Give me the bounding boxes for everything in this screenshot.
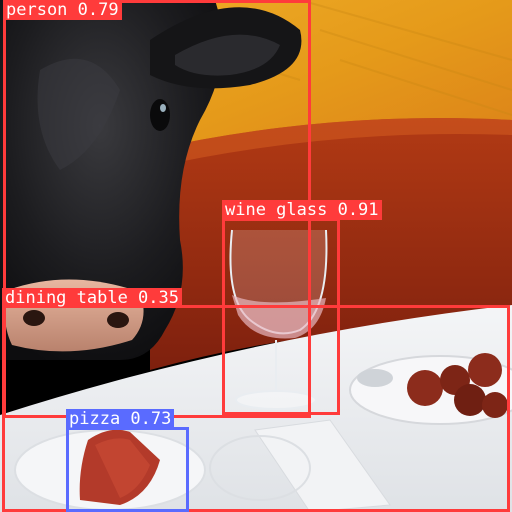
detection-label: wine glass 0.91 [222,200,382,220]
detection-label: pizza 0.73 [66,409,175,429]
detection-box [66,427,189,512]
detection-label: person 0.79 [3,0,122,20]
detection-label: dining table 0.35 [2,288,182,308]
detection-image-viewer: person 0.79 wine glass 0.91 dining table 0… [0,0,512,512]
